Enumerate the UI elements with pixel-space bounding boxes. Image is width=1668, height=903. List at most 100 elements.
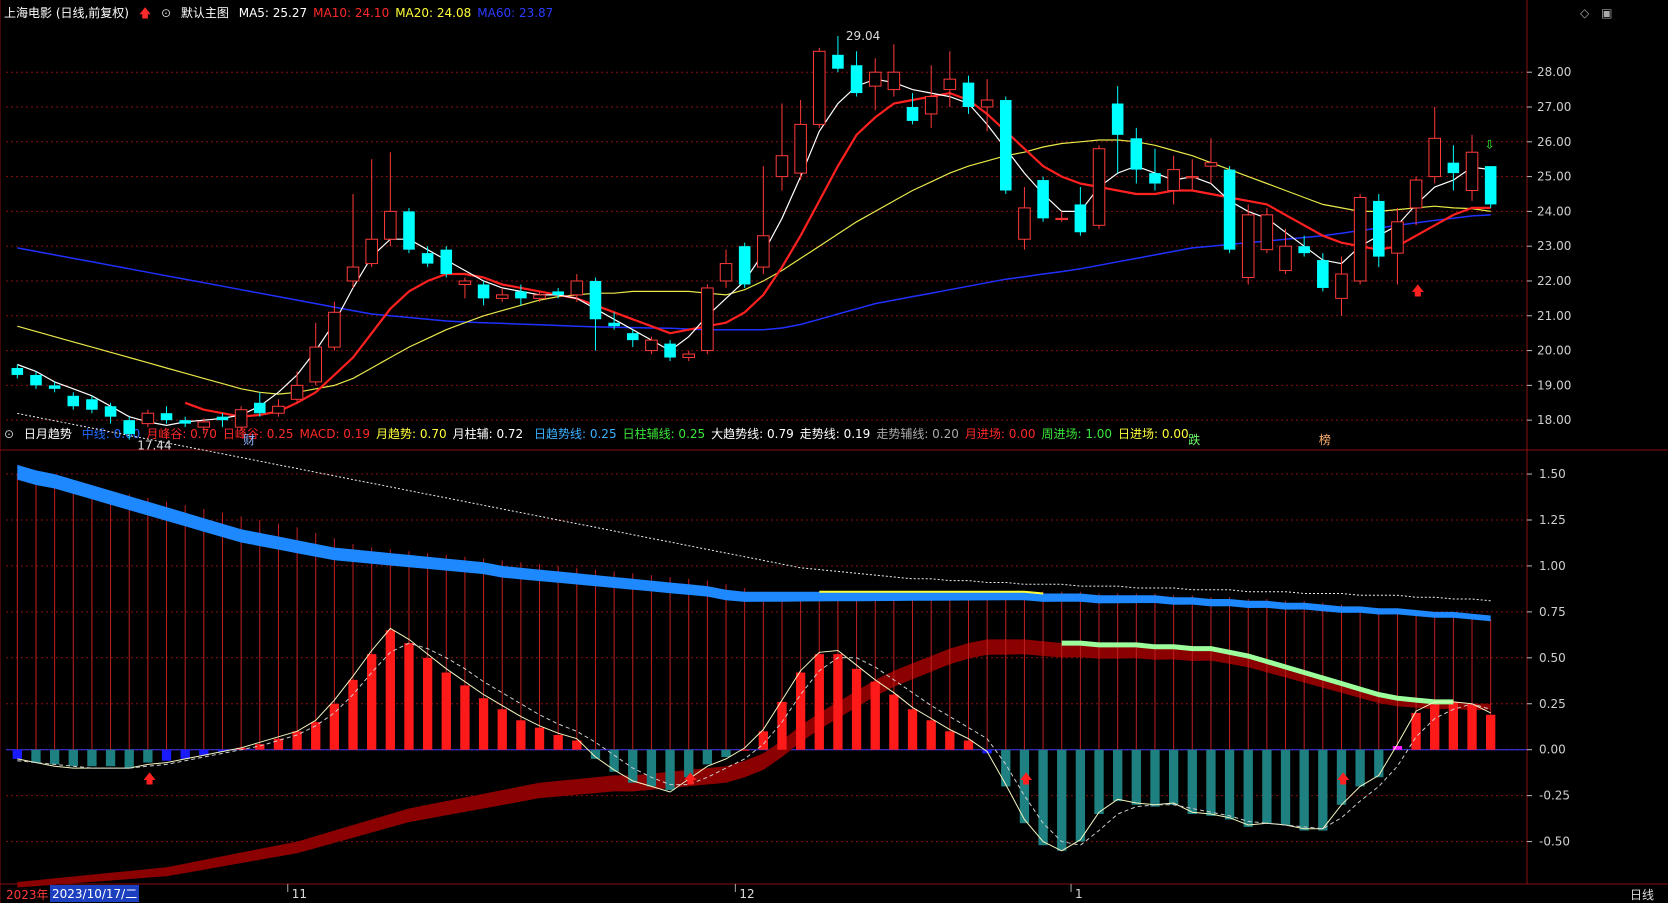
macd-bar (1374, 749, 1384, 778)
candle-body-down (1149, 173, 1161, 184)
candle-body-up (346, 266, 360, 282)
macd-bar (926, 720, 936, 750)
stock-chart-window: 上海电影 (日线,前复权) 🡅 ⊙ 默认主图 MA5: 25.27 MA10: 2… (0, 0, 1668, 903)
macd-bar (292, 731, 302, 750)
entry-arrow-icon: 🡅 (1336, 772, 1349, 787)
candle-body-down (11, 367, 24, 375)
candle-body-up (290, 384, 304, 400)
candle-body-down (664, 343, 676, 358)
macd-bar (1057, 749, 1067, 851)
candle-body-up (887, 71, 901, 91)
macd-bar (329, 703, 340, 750)
macd-bar (1187, 749, 1197, 815)
candle-body-down (160, 413, 173, 421)
main-y-tick-label: 20.00 (1537, 344, 1571, 358)
candle-body-down (1484, 166, 1497, 205)
candle-body-down (962, 82, 975, 107)
candle-body-down (589, 280, 602, 320)
entry-arrow-icon: 🡅 (684, 772, 697, 787)
sub-y-tick-label: 1.00 (1539, 559, 1566, 573)
macd-bar (1243, 749, 1253, 827)
entry-arrow-icon: 🡅 (143, 772, 156, 787)
sub-y-tick-label: 1.50 (1539, 467, 1566, 481)
candle-body-up (1204, 162, 1218, 167)
candle-body-down (67, 395, 80, 407)
candle-body-up (1241, 214, 1255, 278)
main-y-tick-label: 27.00 (1537, 100, 1571, 114)
buy-arrow-icon: 🡅 (1411, 284, 1424, 299)
candle-body-up (1335, 273, 1348, 299)
main-y-tick-label: 19.00 (1537, 378, 1571, 392)
candle-body-up (1391, 221, 1404, 254)
macd-bar (1262, 749, 1272, 824)
sub-y-tick-label: 1.25 (1539, 513, 1566, 527)
candle-body-up (1353, 196, 1367, 282)
candle-body-down (1372, 200, 1385, 257)
candle-body-down (86, 399, 98, 410)
macd-bar (49, 749, 60, 765)
macd-bar (1150, 749, 1160, 807)
candle-body-down (123, 420, 136, 435)
macd-bar (404, 643, 414, 750)
macd-bar (12, 749, 22, 759)
macd-bar (851, 668, 862, 750)
candle-body-up (1018, 207, 1031, 240)
candle-body-down (1223, 169, 1236, 250)
candle-body-up (794, 123, 807, 174)
candle-body-down (906, 106, 919, 121)
marker-cai: 财 (243, 433, 255, 447)
candle-body-down (216, 416, 229, 421)
candle-body-up (1409, 179, 1423, 209)
macd-bar (105, 749, 116, 767)
macd-bar (516, 720, 526, 750)
macd-bar (907, 709, 918, 750)
macd-bar (1299, 749, 1309, 831)
candle-body-up (495, 294, 509, 299)
candle-body-down (1111, 103, 1124, 135)
candle-body-down (832, 54, 844, 69)
macd-bar (1094, 749, 1104, 815)
macd-bar (1411, 712, 1421, 750)
macd-bar (833, 654, 843, 750)
candle-body-up (1092, 148, 1106, 226)
macd-bar (1001, 749, 1011, 787)
macd-bar (945, 731, 955, 750)
entry-arrow-icon: 🡅 (1019, 772, 1032, 787)
x-axis: 2023年 2023/10/17/二 日线 (0, 884, 1668, 903)
candle-body-up (701, 287, 714, 352)
candle-body-up (272, 405, 285, 414)
sub-y-tick-label: 0.75 (1539, 605, 1566, 619)
candle-body-up (1167, 169, 1180, 192)
candle-body-up (458, 280, 472, 285)
chart-canvas[interactable]: 28.00 27.00 26.00 25.00 24.00 23.00 22.00 21.00… (0, 0, 1668, 903)
candle-body-down (104, 406, 117, 417)
candle-body-down (1130, 138, 1143, 170)
candle-body-up (533, 294, 546, 299)
high-annotation: 29.04 (846, 29, 880, 43)
candle-body-down (30, 374, 42, 386)
candle-body-up (309, 346, 323, 383)
macd-bar (889, 694, 899, 750)
down-arrow-icon: ⇩ (1485, 138, 1495, 152)
macd-bar (31, 749, 41, 763)
candle-body-up (645, 339, 658, 352)
candle-body-up (141, 412, 155, 425)
macd-bar (702, 749, 713, 765)
period-label[interactable]: 日线 (1630, 886, 1654, 903)
main-y-tick-label: 25.00 (1537, 170, 1571, 184)
candle-body-up (943, 78, 957, 91)
macd-bar (273, 738, 284, 750)
macd-bar (646, 749, 657, 787)
candle-body-up (328, 311, 341, 348)
candle-body-down (403, 211, 415, 250)
sub-y-tick-label: 0.00 (1539, 743, 1566, 757)
main-y-tick-label: 23.00 (1537, 239, 1571, 253)
candle-body-up (682, 353, 696, 359)
candle-body-up (757, 235, 770, 268)
ma5-line (17, 78, 1491, 427)
candle-body-down (1447, 162, 1460, 174)
macd-bar (1486, 714, 1496, 750)
macd-bar (1430, 703, 1440, 750)
macd-bar (1113, 749, 1123, 802)
macd-bar (460, 685, 470, 750)
